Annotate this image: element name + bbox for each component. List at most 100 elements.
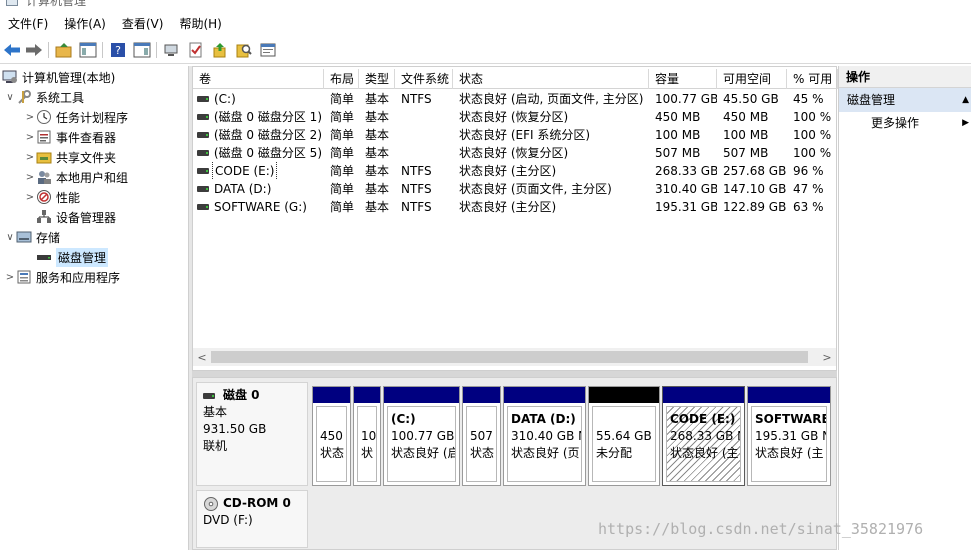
disk-management-icon	[36, 249, 52, 265]
title-bar: 计算机管理	[0, 0, 971, 12]
tree-item-event-viewer[interactable]: > 事件查看器	[24, 127, 116, 147]
tree-item-computer-management[interactable]: 计算机管理(本地)	[2, 67, 115, 87]
partition-bar	[663, 387, 744, 403]
menu-file[interactable]: 文件(F)	[0, 12, 56, 36]
partition-recovery-1[interactable]: 450 状态	[312, 386, 351, 486]
table-cell: 100 %	[793, 128, 832, 142]
partition-unallocated[interactable]: 55.64 GB 未分配	[588, 386, 660, 486]
drive-icon	[197, 96, 209, 102]
table-row[interactable]: (磁盘 0 磁盘分区 5) 简单 基本 状态良好 (恢复分区) 507 MB 5…	[193, 144, 838, 162]
chevron-right-icon[interactable]: >	[24, 192, 36, 203]
volume-table-header: 卷 布局 类型 文件系统 状态 容量 可用空间 % 可用	[193, 69, 838, 89]
table-cell: NTFS	[401, 92, 432, 106]
partition-recovery-5[interactable]: 507 状态	[462, 386, 501, 486]
chevron-down-icon[interactable]: ∨	[4, 92, 16, 103]
tree-item-system-tools[interactable]: ∨ 系统工具	[4, 87, 84, 107]
table-row[interactable]: (C:) 简单 基本 NTFS 状态良好 (启动, 页面文件, 主分区) 100…	[193, 90, 838, 108]
volume-name: (磁盘 0 磁盘分区 5)	[213, 146, 322, 160]
check-icon[interactable]	[186, 40, 206, 60]
table-cell: 基本	[365, 182, 390, 196]
scroll-left-button[interactable]: <	[193, 348, 211, 366]
tree-item-disk-management[interactable]: 磁盘管理	[36, 247, 109, 267]
partition-size: 10	[361, 429, 377, 443]
tree-item-device-manager[interactable]: 设备管理器	[36, 207, 116, 227]
chevron-right-icon[interactable]: >	[24, 112, 36, 123]
table-row[interactable]: CODE (E:) 简单 基本 NTFS 状态良好 (主分区) 268.33 G…	[193, 162, 838, 180]
table-cell: 基本	[365, 110, 390, 124]
partition-d[interactable]: DATA (D:) 310.40 GB N 状态良好 (页	[503, 386, 586, 486]
cdrom-media-area[interactable]	[311, 490, 831, 548]
table-cell: 45.50 GB	[723, 92, 779, 106]
tree-item-shared-folders[interactable]: > 共享文件夹	[24, 147, 116, 167]
partition-size: 100.77 GB	[391, 429, 455, 443]
up-folder-icon[interactable]	[54, 40, 74, 60]
actions-section-disk-management[interactable]: 磁盘管理 ▲	[839, 88, 971, 112]
scroll-right-button[interactable]: >	[818, 348, 836, 366]
more-actions-item[interactable]: 更多操作 ▶	[839, 112, 971, 134]
table-cell: 268.33 GB	[655, 164, 717, 178]
export-icon[interactable]	[210, 40, 230, 60]
chevron-right-icon[interactable]: >	[24, 172, 36, 183]
table-cell: NTFS	[401, 200, 432, 214]
menu-action[interactable]: 操作(A)	[56, 12, 114, 36]
column-header-capacity[interactable]: 容量	[649, 69, 717, 89]
table-cell: 状态良好 (页面文件, 主分区)	[459, 182, 612, 196]
tree-item-label: 系统工具	[36, 90, 85, 105]
disk-type: 基本	[203, 405, 228, 419]
chevron-down-icon[interactable]: ∨	[4, 232, 16, 243]
chevron-right-icon[interactable]: >	[24, 152, 36, 163]
partition-body: SOFTWARE 195.31 GB N 状态良好 (主	[751, 406, 827, 482]
column-header-type[interactable]: 类型	[359, 69, 395, 89]
back-arrow-icon[interactable]	[2, 40, 22, 60]
menu-bar: 文件(F) 操作(A) 查看(V) 帮助(H)	[0, 12, 971, 36]
table-cell: 100 MB	[655, 128, 701, 142]
column-header-layout[interactable]: 布局	[324, 69, 359, 89]
help-icon[interactable]: ?	[108, 40, 128, 60]
partition-e[interactable]: CODE (E:) 268.33 GB N 状态良好 (主	[662, 386, 745, 486]
tree-item-services-apps[interactable]: > 服务和应用程序	[4, 267, 120, 287]
disk-0-info[interactable]: 磁盘 0 基本 931.50 GB 联机	[196, 382, 308, 486]
tree-item-label: 计算机管理(本地)	[22, 70, 116, 85]
tree-item-storage[interactable]: ∨ 存储	[4, 227, 60, 247]
column-header-free-space[interactable]: 可用空间	[717, 69, 787, 89]
table-cell: 450 MB	[723, 110, 769, 124]
partition-size: 507	[470, 429, 493, 443]
partition-c[interactable]: (C:) 100.77 GB 状态良好 (启	[383, 386, 460, 486]
table-row[interactable]: SOFTWARE (G:) 简单 基本 NTFS 状态良好 (主分区) 195.…	[193, 198, 838, 216]
partition-title: CODE (E:)	[670, 412, 736, 426]
connect-icon[interactable]	[162, 40, 182, 60]
partition-efi[interactable]: 10 状	[353, 386, 381, 486]
column-header-percent-free[interactable]: % 可用	[787, 69, 838, 89]
column-header-status[interactable]: 状态	[453, 69, 649, 89]
partition-bar	[384, 387, 459, 403]
table-row[interactable]: DATA (D:) 简单 基本 NTFS 状态良好 (页面文件, 主分区) 31…	[193, 180, 838, 198]
system-tools-icon	[16, 89, 32, 105]
table-cell: 状态良好 (主分区)	[459, 200, 557, 214]
table-row[interactable]: (磁盘 0 磁盘分区 2) 简单 基本 状态良好 (EFI 系统分区) 100 …	[193, 126, 838, 144]
menu-help[interactable]: 帮助(H)	[171, 12, 229, 36]
table-cell: 45 %	[793, 92, 824, 106]
show-action-pane-icon[interactable]	[132, 40, 152, 60]
partition-g[interactable]: SOFTWARE 195.31 GB N 状态良好 (主	[747, 386, 831, 486]
chevron-right-icon[interactable]: >	[4, 272, 16, 283]
search-icon[interactable]	[234, 40, 254, 60]
show-tree-icon[interactable]	[78, 40, 98, 60]
horizontal-scrollbar[interactable]: < >	[193, 348, 836, 366]
tree-item-performance[interactable]: > 性能	[24, 187, 80, 207]
cdrom-0-info[interactable]: CD-ROM 0 DVD (F:)	[196, 490, 308, 548]
disk-icon	[203, 392, 215, 399]
partition-body: 55.64 GB 未分配	[592, 406, 656, 482]
properties-icon[interactable]	[258, 40, 278, 60]
chevron-right-icon[interactable]: >	[24, 132, 36, 143]
column-header-volume[interactable]: 卷	[193, 69, 324, 89]
menu-view[interactable]: 查看(V)	[114, 12, 172, 36]
forward-arrow-icon[interactable]	[24, 40, 44, 60]
partition-title: SOFTWARE	[755, 412, 827, 426]
tree-item-local-users[interactable]: > 本地用户和组	[24, 167, 128, 187]
collapse-up-icon[interactable]: ▲	[962, 88, 969, 112]
partition-size: 55.64 GB	[596, 429, 652, 443]
column-header-filesystem[interactable]: 文件系统	[395, 69, 453, 89]
tree-item-task-scheduler[interactable]: > 任务计划程序	[24, 107, 128, 127]
scroll-thumb[interactable]	[211, 351, 808, 363]
table-row[interactable]: (磁盘 0 磁盘分区 1) 简单 基本 状态良好 (恢复分区) 450 MB 4…	[193, 108, 838, 126]
